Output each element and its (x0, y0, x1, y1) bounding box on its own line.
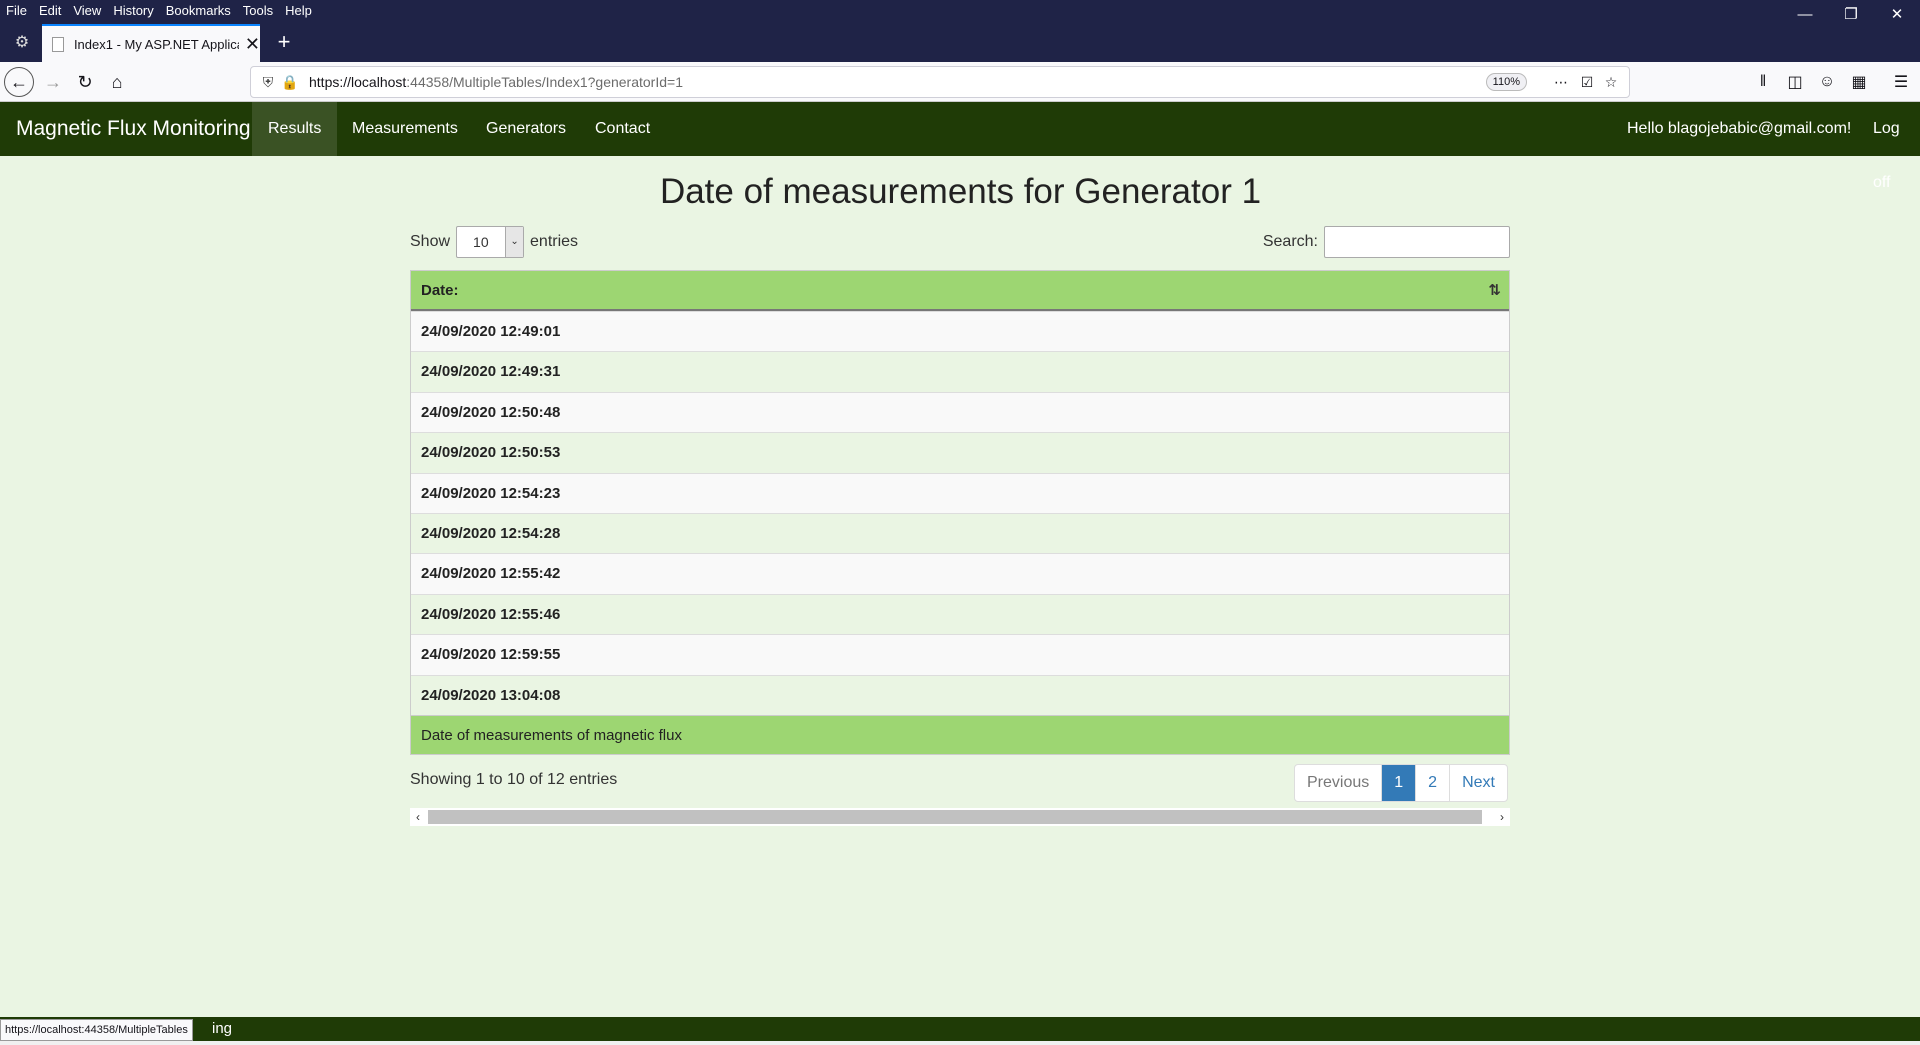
previous-page-button[interactable]: Previous (1295, 765, 1381, 801)
user-greeting[interactable]: Hello blagojebabic@gmail.com! (1611, 102, 1867, 156)
table-row: 24/09/2020 12:49:01 (411, 311, 1509, 352)
search-control: Search: (1263, 226, 1510, 258)
nav-contact[interactable]: Contact (579, 102, 666, 156)
page-favicon-icon (52, 36, 64, 52)
status-url-tooltip: https://localhost:44358/MultipleTables (0, 1019, 193, 1041)
home-icon[interactable]: ⌂ (102, 67, 132, 97)
forward-icon[interactable]: → (38, 67, 68, 97)
page-length-value: 10 (473, 234, 489, 250)
tab-bar: ⚙ Index1 - My ASP.NET Application ✕ + (0, 20, 1920, 62)
menu-edit[interactable]: Edit (33, 3, 67, 18)
account-icon[interactable]: ☺ (1812, 67, 1842, 97)
bottom-strip (0, 1041, 1920, 1045)
entries-label: entries (530, 233, 579, 250)
site-footer: ing (0, 1017, 1920, 1041)
table-info: Showing 1 to 10 of 12 entries (410, 771, 618, 788)
log-off-link[interactable]: Log off (1857, 102, 1920, 191)
show-label: Show (410, 233, 451, 250)
library-icon[interactable]: ‖ (1748, 67, 1778, 97)
page-title: Date of measurements for Generator 1 (659, 172, 1262, 211)
horizontal-scrollbar[interactable]: ‹ › (410, 808, 1510, 826)
reload-icon[interactable]: ↻ (70, 67, 100, 97)
next-page-button[interactable]: Next (1449, 765, 1507, 801)
table-row: 24/09/2020 12:55:46 (411, 593, 1509, 635)
menu-tools[interactable]: Tools (237, 3, 279, 18)
url-text[interactable]: https://localhost:44358/MultipleTables/I… (309, 74, 683, 90)
menu-bookmarks[interactable]: Bookmarks (160, 3, 237, 18)
nav-results[interactable]: Results (252, 102, 338, 156)
page-actions-icon[interactable]: ⋯ (1549, 71, 1573, 93)
browser-tab[interactable]: Index1 - My ASP.NET Application ✕ (42, 24, 260, 62)
site-navbar: Magnetic Flux Monitoring Results Measure… (0, 102, 1920, 191)
extension-icon[interactable]: ▦ (1844, 67, 1874, 97)
scroll-left-icon[interactable]: ‹ (410, 808, 426, 826)
footer-text: ing (212, 1020, 233, 1037)
table-row: 24/09/2020 12:54:23 (411, 472, 1509, 513)
dates-table: Date: ⇅ 24/09/2020 12:49:01 24/09/2020 1… (410, 270, 1510, 755)
menu-history[interactable]: History (107, 3, 159, 18)
nav-measurements[interactable]: Measurements (336, 102, 474, 156)
lock-icon[interactable]: 🔒 (279, 74, 301, 91)
page-1-button[interactable]: 1 (1381, 765, 1416, 801)
sort-ascending-icon[interactable]: ⇅ (1488, 271, 1501, 311)
table-row: 24/09/2020 12:50:48 (411, 391, 1509, 433)
date-column-header[interactable]: Date: ⇅ (411, 271, 1509, 311)
menu-view[interactable]: View (67, 3, 107, 18)
url-bar[interactable]: ⛨ 🔒 https://localhost:44358/MultipleTabl… (250, 66, 1630, 98)
menu-file[interactable]: File (0, 3, 33, 18)
column-header-label: Date: (421, 282, 459, 299)
firefox-view-icon[interactable]: ⚙ (8, 28, 36, 56)
nav-generators[interactable]: Generators (470, 102, 582, 156)
back-icon[interactable]: ← (4, 67, 34, 97)
search-input[interactable] (1324, 226, 1510, 258)
scroll-right-icon[interactable]: › (1494, 808, 1510, 826)
sidebar-icon[interactable]: ◫ (1780, 67, 1810, 97)
pocket-icon[interactable]: ☑ (1575, 71, 1599, 93)
browser-toolbar: ← → ↻ ⌂ ⛨ 🔒 https://localhost:44358/Mult… (0, 62, 1920, 102)
table-row: 24/09/2020 12:50:53 (411, 432, 1509, 473)
site-brand[interactable]: Magnetic Flux Monitoring (16, 102, 251, 156)
page-2-button[interactable]: 2 (1415, 765, 1449, 801)
page-length-control: Show 10 ⌄ entries (410, 226, 578, 258)
table-row: 24/09/2020 12:54:28 (411, 512, 1509, 554)
table-row: 24/09/2020 13:04:08 (411, 674, 1509, 715)
app-menu-icon[interactable]: ☰ (1886, 67, 1916, 97)
browser-menubar: File Edit View History Bookmarks Tools H… (0, 0, 1920, 20)
table-row: 24/09/2020 12:59:55 (411, 634, 1509, 675)
table-footer: Date of measurements of magnetic flux (411, 714, 1509, 754)
new-tab-icon[interactable]: + (270, 28, 298, 56)
close-tab-icon[interactable]: ✕ (245, 34, 260, 55)
tab-title: Index1 - My ASP.NET Application (73, 36, 239, 52)
zoom-level[interactable]: 110% (1485, 73, 1527, 91)
table-row: 24/09/2020 12:49:31 (411, 351, 1509, 392)
chevron-down-icon: ⌄ (505, 227, 524, 257)
menu-help[interactable]: Help (279, 3, 318, 18)
search-label: Search: (1262, 233, 1318, 250)
tracking-shield-icon[interactable]: ⛨ (257, 74, 279, 91)
pagination: Previous 1 2 Next (1294, 764, 1508, 802)
table-row: 24/09/2020 12:55:42 (411, 553, 1509, 594)
bookmark-star-icon[interactable]: ☆ (1599, 71, 1623, 93)
scrollbar-thumb[interactable] (428, 810, 1482, 824)
page-length-select[interactable]: 10 ⌄ (456, 226, 525, 258)
